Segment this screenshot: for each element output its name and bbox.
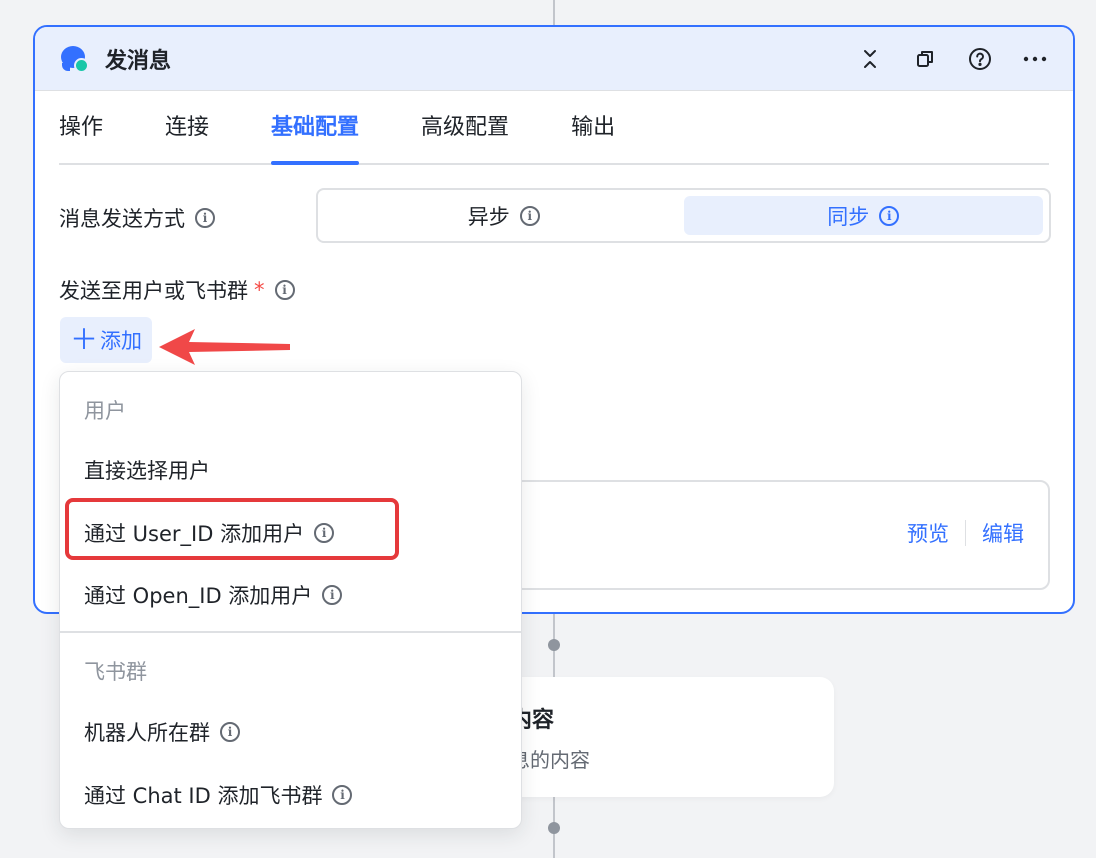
connector-dot [548, 639, 560, 651]
connector-line-top [553, 0, 555, 25]
tab-operation[interactable]: 操作 [59, 91, 103, 163]
next-node-subtitle: 息的内容 [510, 748, 590, 772]
more-icon [1023, 56, 1047, 61]
tab-output[interactable]: 输出 [571, 91, 615, 163]
dropdown-item-chat-id[interactable]: 通过 Chat ID 添加飞书群 i [84, 780, 353, 810]
dropdown-item-label: 直接选择用户 [84, 459, 210, 483]
collapse-button[interactable] [852, 41, 888, 77]
dropdown-item-direct-select-user[interactable]: 直接选择用户 [84, 455, 210, 485]
send-mode-async-option[interactable]: 异步 i [324, 196, 684, 235]
annotation-highlight-box [65, 498, 399, 560]
node-title: 发消息 [105, 48, 172, 74]
plus-icon: ＋ [69, 323, 98, 356]
send-mode-label-text: 消息发送方式 [59, 207, 185, 231]
dropdown-divider [60, 631, 521, 633]
config-tabs: 操作 连接 基础配置 高级配置 输出 [59, 91, 1049, 165]
info-icon[interactable]: i [519, 205, 540, 226]
content-actions: 预览 编辑 [907, 518, 1024, 548]
more-button[interactable] [1017, 41, 1053, 77]
annotation-arrow-icon [159, 329, 290, 365]
add-recipient-dropdown: 用户 直接选择用户 通过 User_ID 添加用户 i 通过 Open_ID 添… [59, 371, 522, 829]
dropdown-item-label: 通过 Open_ID 添加用户 [84, 584, 313, 608]
info-icon[interactable]: i [220, 722, 240, 742]
recipients-label: 发送至用户或飞书群 * i [59, 275, 295, 305]
info-icon[interactable]: i [322, 585, 343, 605]
edit-link[interactable]: 编辑 [982, 518, 1024, 548]
sync-label: 同步 [827, 204, 870, 229]
tab-connection[interactable]: 连接 [165, 91, 209, 163]
recipients-label-text: 发送至用户或飞书群 [59, 279, 248, 303]
tab-advanced-config[interactable]: 高级配置 [421, 91, 509, 163]
info-icon[interactable]: i [274, 280, 295, 300]
tab-basic-config[interactable]: 基础配置 [271, 91, 360, 165]
copy-button[interactable] [907, 41, 943, 77]
collapse-icon [864, 49, 876, 68]
info-icon[interactable]: i [195, 208, 215, 228]
message-content-box: 预览 编辑 [513, 480, 1050, 590]
dropdown-item-label: 通过 Chat ID 添加飞书群 [84, 784, 323, 808]
required-mark: * [254, 278, 265, 302]
copy-icon [917, 50, 933, 67]
node-header: 发消息 [35, 27, 1073, 91]
info-icon[interactable]: i [332, 785, 353, 805]
add-button-label: 添加 [100, 329, 142, 353]
message-bubble-icon [59, 43, 91, 75]
dropdown-group-user: 用户 [84, 399, 126, 423]
send-mode-segmented-control: 异步 i 同步 i [316, 188, 1051, 243]
preview-link[interactable]: 预览 [907, 518, 949, 548]
info-icon[interactable]: i [879, 205, 900, 226]
dropdown-item-bot-group[interactable]: 机器人所在群 i [84, 717, 240, 747]
divider [965, 520, 966, 546]
help-icon [969, 47, 991, 70]
add-recipient-button[interactable]: ＋ 添加 [60, 317, 152, 363]
send-mode-sync-option[interactable]: 同步 i [683, 196, 1043, 235]
dropdown-group-chat: 飞书群 [84, 660, 147, 684]
dropdown-item-open-id[interactable]: 通过 Open_ID 添加用户 i [84, 580, 343, 610]
next-node-card[interactable]: 内容 息的内容 [470, 677, 834, 797]
send-mode-label: 消息发送方式 i [59, 203, 215, 233]
async-label: 异步 [467, 204, 510, 229]
dropdown-item-label: 机器人所在群 [84, 721, 210, 745]
connector-dot [548, 822, 560, 834]
help-button[interactable] [962, 41, 998, 77]
